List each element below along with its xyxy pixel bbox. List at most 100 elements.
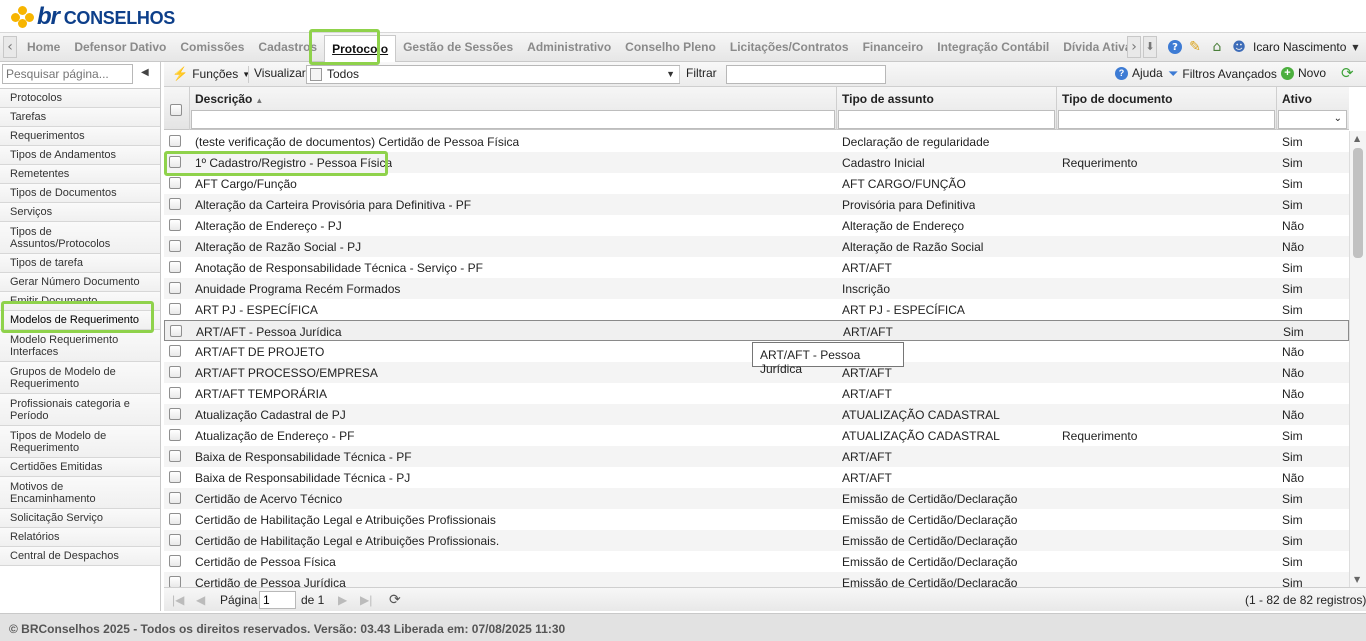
row-checkbox[interactable] [169,555,181,567]
nav-tab-0[interactable]: Home [20,33,67,62]
nav-scroll-right-button[interactable]: › [1127,36,1141,58]
table-row[interactable]: Certidão de Acervo Técnico Emissão de Cer… [164,488,1349,509]
advanced-filters-button[interactable]: ⏷ Filtros Avançados [1168,66,1277,82]
table-row[interactable]: Alteração de Razão Social - PJ Alteração … [164,236,1349,257]
row-checkbox[interactable] [169,471,181,483]
sidebar-item-18[interactable]: Solicitação Serviço [0,509,160,528]
table-row[interactable]: Certidão de Pessoa Jurídica Emissão de Ce… [164,572,1349,587]
sidebar-item-0[interactable]: Protocolos [0,89,160,108]
nav-tab-8[interactable]: Licitações/Contratos [723,33,856,62]
scroll-down-icon[interactable]: ▼ [1354,575,1360,584]
select-all-checkbox[interactable] [170,104,182,116]
nav-tab-1[interactable]: Defensor Dativo [67,33,173,62]
refresh-page-icon[interactable]: ⟳ [389,591,401,608]
column-ativo[interactable]: Ativo ⌄ [1277,87,1349,130]
row-checkbox[interactable] [169,534,181,546]
nav-tab-10[interactable]: Integração Contábil [930,33,1056,62]
user-icon[interactable]: ☻ [1230,38,1248,56]
nav-tab-7[interactable]: Conselho Pleno [618,33,723,62]
table-row[interactable]: ART PJ - ESPECÍFICA ART PJ - ESPECÍFICA Si… [164,299,1349,320]
tipo-assunto-filter-input[interactable] [838,110,1055,129]
nav-tab-9[interactable]: Financeiro [856,33,931,62]
table-row[interactable]: Baixa de Responsabilidade Técnica - PJ AR… [164,467,1349,488]
table-row[interactable]: AFT Cargo/Função AFT CARGO/FUNÇÃO Sim [164,173,1349,194]
sidebar-item-8[interactable]: Tipos de tarefa [0,254,160,273]
column-descricao[interactable]: Descrição ▲ [190,87,837,130]
nav-more-button[interactable]: ⬇ [1143,36,1157,58]
help-icon[interactable]: ? [1168,40,1182,54]
sidebar-item-6[interactable]: Serviços [0,203,160,222]
view-select[interactable]: Todos ▼ [306,65,680,84]
sidebar-item-17[interactable]: Motivos de Encaminhamento [0,477,160,509]
row-checkbox[interactable] [169,450,181,462]
user-name[interactable]: Icaro Nascimento [1253,40,1346,54]
user-menu-caret-icon[interactable]: ▼ [1352,43,1358,52]
descricao-filter-input[interactable] [191,110,835,129]
sidebar-item-12[interactable]: Modelo Requerimento Interfaces [0,330,160,362]
sidebar-item-9[interactable]: Gerar Número Documento [0,273,160,292]
sidebar-item-2[interactable]: Requerimentos [0,127,160,146]
help-button[interactable]: ? Ajuda [1115,66,1163,80]
table-row[interactable]: Certidão de Habilitação Legal e Atribuiç… [164,509,1349,530]
table-row[interactable]: Alteração de Endereço - PJ Alteração de E… [164,215,1349,236]
row-checkbox[interactable] [169,387,181,399]
next-page-icon[interactable]: ▶ [338,593,347,607]
prev-page-icon[interactable]: ◀ [196,593,205,607]
scroll-up-icon[interactable]: ▲ [1354,134,1360,143]
sidebar-item-16[interactable]: Certidões Emitidas [0,458,160,477]
nav-tab-11[interactable]: Dívida Ativa [1056,33,1127,62]
table-row[interactable]: (teste verificação de documentos) Certid… [164,131,1349,152]
row-checkbox[interactable] [169,492,181,504]
row-checkbox[interactable] [169,198,181,210]
refresh-icon[interactable]: ⟳ [1341,64,1354,82]
sidebar-item-13[interactable]: Grupos de Modelo de Requerimento [0,362,160,394]
row-checkbox[interactable] [169,366,181,378]
table-row[interactable]: Anuidade Programa Recém Formados Inscriçã… [164,278,1349,299]
sidebar-item-5[interactable]: Tipos de Documentos [0,184,160,203]
row-checkbox[interactable] [169,177,181,189]
nav-tab-5[interactable]: Gestão de Sessões [396,33,520,62]
row-checkbox[interactable] [169,303,181,315]
row-checkbox[interactable] [169,345,181,357]
sidebar-item-20[interactable]: Central de Despachos [0,547,160,566]
table-row[interactable]: Atualização Cadastral de PJ ATUALIZAÇÃO C… [164,404,1349,425]
row-checkbox[interactable] [169,429,181,441]
broom-icon[interactable]: ✎ [1186,38,1204,56]
row-checkbox[interactable] [169,513,181,525]
nav-tab-2[interactable]: Comissões [173,33,251,62]
first-page-icon[interactable]: |◀ [172,593,184,607]
grid-scrollbar[interactable]: ▲ ▼ [1349,131,1366,587]
row-checkbox[interactable] [169,261,181,273]
sidebar-item-19[interactable]: Relatórios [0,528,160,547]
row-checkbox[interactable] [169,135,181,147]
row-checkbox[interactable] [169,282,181,294]
table-row[interactable]: Atualização de Endereço - PF ATUALIZAÇÃO … [164,425,1349,446]
table-row[interactable]: Baixa de Responsabilidade Técnica - PF AR… [164,446,1349,467]
table-row[interactable]: Anotação de Responsabilidade Técnica - S… [164,257,1349,278]
row-checkbox[interactable] [169,408,181,420]
page-number-input[interactable] [259,591,296,609]
column-tipo-assunto[interactable]: Tipo de assunto [837,87,1057,130]
table-row[interactable]: ART/AFT - Pessoa Jurídica ART/AFT Sim [164,320,1349,341]
sidebar-item-7[interactable]: Tipos de Assuntos/Protocolos [0,222,160,254]
table-row[interactable]: Alteração da Carteira Provisória para De… [164,194,1349,215]
brand-logo[interactable]: br CONSELHOS [11,3,175,30]
sidebar-collapse-icon[interactable]: ◀ [141,67,149,78]
table-row[interactable]: Certidão de Pessoa Física Emissão de Cert… [164,551,1349,572]
row-checkbox[interactable] [169,576,181,587]
column-tipo-documento[interactable]: Tipo de documento [1057,87,1277,130]
functions-menu[interactable]: ⚡ Funções ▼ [172,66,250,82]
sidebar-item-14[interactable]: Profissionais categoria e Período [0,394,160,426]
sidebar-item-15[interactable]: Tipos de Modelo de Requerimento [0,426,160,458]
home-icon[interactable]: ⌂ [1208,38,1226,56]
sidebar-search-input[interactable] [2,64,133,84]
table-row[interactable]: Certidão de Habilitação Legal e Atribuiç… [164,530,1349,551]
new-button[interactable]: + Novo [1281,66,1326,80]
row-checkbox[interactable] [169,219,181,231]
row-checkbox[interactable] [169,240,181,252]
scrollbar-thumb[interactable] [1353,148,1363,258]
table-row[interactable]: ART/AFT TEMPORÁRIA ART/AFT Não [164,383,1349,404]
ativo-filter-select[interactable]: ⌄ [1278,110,1347,129]
filter-input[interactable] [726,65,886,84]
nav-scroll-left-button[interactable]: ‹ [3,36,17,58]
